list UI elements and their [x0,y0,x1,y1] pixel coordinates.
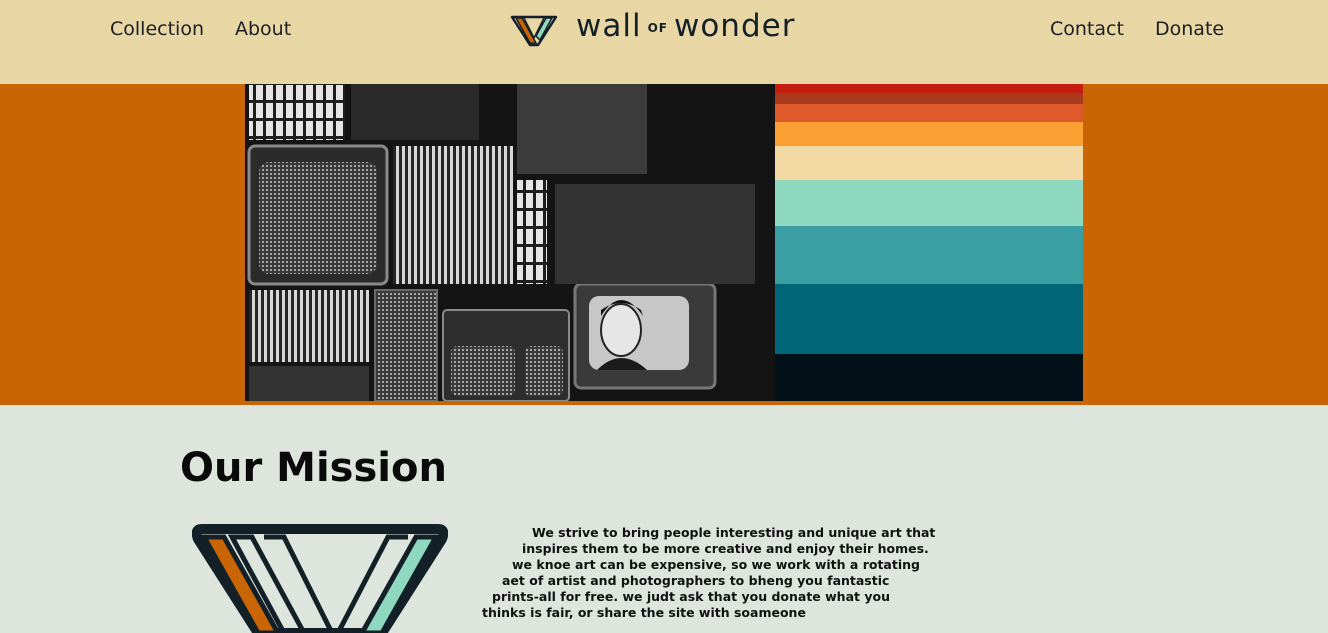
mission-line-4: aet of artist and photographers to bheng… [502,573,890,588]
logo-v-icon [510,15,558,47]
mission-line-1: We strive to bring people interesting an… [532,525,936,540]
site-logo[interactable]: wall OF wonder [510,8,830,48]
nav-donate-link[interactable]: Donate [1155,18,1224,40]
mission-logo-v-icon [192,524,448,633]
hero-image [245,84,1083,401]
hero-collage-graphic [245,84,1083,401]
site-header: Collection About wall OF wonder Contact Do… [0,0,1328,84]
mission-title: Our Mission [180,445,447,491]
retro-stripes [245,84,1083,401]
mission-line-2: inspires them to be more creative and en… [522,541,929,556]
nav-collection-link[interactable]: Collection [110,18,204,40]
nav-contact-link[interactable]: Contact [1050,18,1124,40]
mission-line-5: prints-all for free. we judt ask that yo… [492,589,890,604]
mission-statement: We strive to bring people interesting an… [472,525,936,621]
nav-about-link[interactable]: About [235,18,291,40]
logo-word-of: OF [647,20,668,35]
logo-word-wall: wall [576,8,642,44]
mission-line-6: thinks is fair, or share the site with s… [482,605,806,620]
mission-line-3: we knoe art can be expensive, so we work… [512,557,920,572]
logo-word-wonder: wonder [673,8,796,44]
logo-text: wall OF wonder [576,8,795,44]
mission-section: Our Mission We strive to bring people in… [0,405,1328,633]
hero-banner [0,84,1328,405]
